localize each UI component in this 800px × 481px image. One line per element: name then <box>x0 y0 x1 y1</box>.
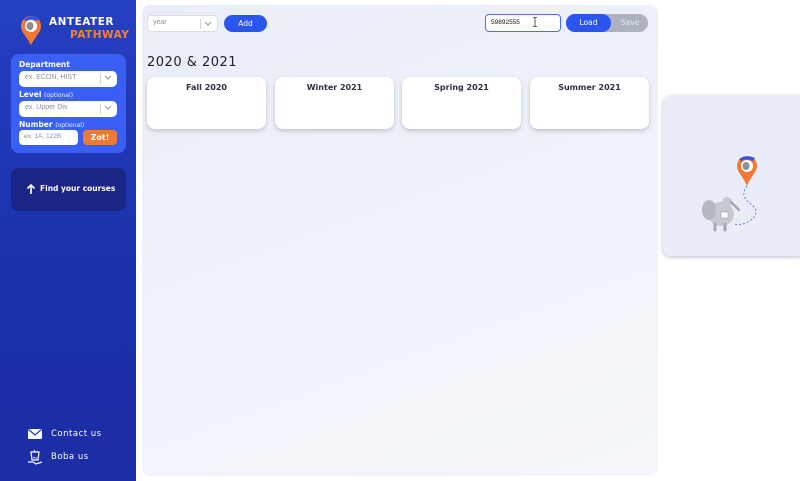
course-search-form: Department ex. ECON, HIST Level (optiona… <box>11 54 126 153</box>
select-separator <box>200 19 201 29</box>
quarter-title: Fall 2020 <box>186 83 227 92</box>
chevron-down-icon[interactable] <box>103 72 113 84</box>
app-logo[interactable]: ANTEATER PATHWAY <box>18 12 133 48</box>
quarter-card-winter[interactable]: Winter 2021 <box>275 77 394 129</box>
quarter-card-spring[interactable]: Spring 2021 <box>402 77 521 129</box>
chevron-down-icon[interactable] <box>103 102 113 114</box>
planner-panel: year Add 59892555 Load Save 2020 & 2021 … <box>142 5 658 476</box>
boba-gift-icon <box>28 449 43 465</box>
quarter-title: Winter 2021 <box>306 83 363 92</box>
logo-text-pathway: PATHWAY <box>70 29 130 41</box>
load-button[interactable]: Load <box>566 14 611 32</box>
mail-icon <box>28 429 42 439</box>
level-label: Level (optional) <box>19 90 74 99</box>
level-select[interactable]: ex. Upper Div. <box>19 101 117 117</box>
select-separator <box>100 74 101 84</box>
save-button[interactable]: Save <box>616 14 644 32</box>
plan-id-input[interactable]: 59892555 <box>485 14 561 32</box>
department-label: Department <box>19 60 70 69</box>
text-cursor-icon <box>533 17 537 27</box>
department-placeholder: ex. ECON, HIST <box>25 74 77 81</box>
add-year-button[interactable]: Add <box>224 15 267 32</box>
quarter-title: Summer 2021 <box>558 83 621 92</box>
course-number-placeholder: ex. 1A, 122B <box>24 133 62 140</box>
arrow-up-icon <box>26 183 36 194</box>
find-courses-label: Find your courses <box>40 184 116 193</box>
logo-text-anteater: ANTEATER <box>49 16 114 28</box>
anteater-map-illustration <box>702 156 757 232</box>
quarter-card-fall[interactable]: Fall 2020 <box>147 77 266 129</box>
zot-search-button[interactable]: Zot! <box>83 130 117 145</box>
boba-us-label: Boba us <box>51 452 89 462</box>
plan-id-value: 59892555 <box>491 19 520 26</box>
select-separator <box>100 104 101 114</box>
sidebar: ANTEATER PATHWAY Department ex. ECON, HI… <box>0 0 136 481</box>
year-title: 2020 & 2021 <box>147 55 238 70</box>
level-placeholder: ex. Upper Div. <box>25 104 69 111</box>
find-courses-button[interactable]: Find your courses <box>11 168 126 211</box>
quarter-title: Spring 2021 <box>434 83 489 92</box>
number-label: Number (optional) <box>19 120 85 129</box>
quarter-card-summer[interactable]: Summer 2021 <box>530 77 649 129</box>
chevron-down-icon[interactable] <box>203 18 213 30</box>
course-search-illustration-card <box>663 96 800 256</box>
boba-us-link[interactable]: Boba us <box>27 449 127 465</box>
anteater-pin-icon <box>21 16 41 45</box>
year-select[interactable]: year <box>147 15 218 32</box>
contact-us-label: Contact us <box>51 429 102 439</box>
department-select[interactable]: ex. ECON, HIST <box>19 71 117 87</box>
load-save-toggle: Load Save <box>566 14 648 32</box>
contact-us-link[interactable]: Contact us <box>27 426 127 442</box>
course-number-input[interactable]: ex. 1A, 122B <box>19 130 78 145</box>
year-placeholder: year <box>153 19 167 26</box>
